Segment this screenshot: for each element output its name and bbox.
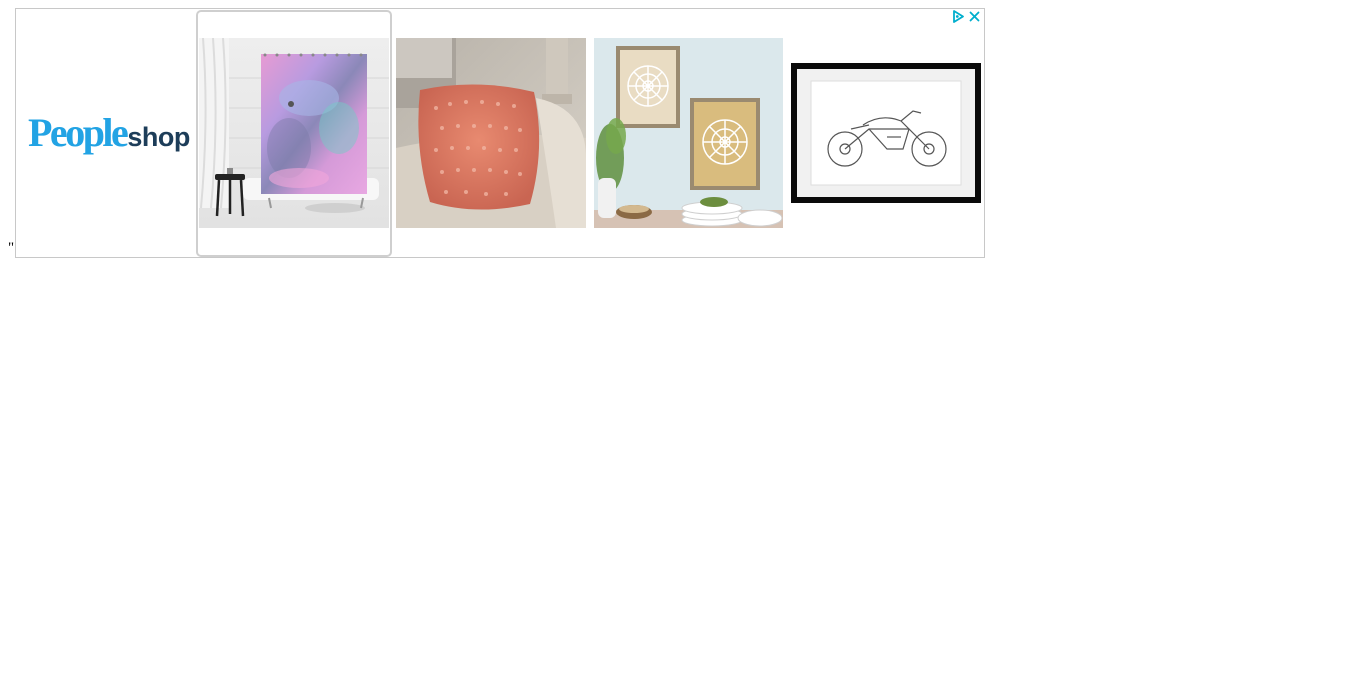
product-mandala-wall-art[interactable]: [594, 38, 783, 228]
product-shower-curtain[interactable]: [199, 37, 389, 228]
knit-pillow-image: [396, 38, 586, 228]
framed-mandala-wall-art-image: [594, 38, 783, 228]
product-knit-pillow[interactable]: [396, 38, 586, 228]
logo-brand-word: People: [28, 110, 129, 155]
people-shop-logo[interactable]: Peopleshop: [28, 109, 190, 156]
stray-quote-text: ": [8, 240, 15, 256]
adchoices-badge[interactable]: [944, 9, 984, 25]
product-motorcycle-sketch[interactable]: [791, 63, 981, 203]
adchoices-play-icon[interactable]: [951, 9, 966, 24]
framed-motorcycle-sketch-image: [791, 63, 981, 203]
ad-banner[interactable]: Peopleshop: [15, 8, 985, 258]
logo-suffix-word: shop: [127, 122, 190, 152]
shower-curtain-image: [199, 37, 389, 228]
close-icon[interactable]: [967, 9, 982, 24]
